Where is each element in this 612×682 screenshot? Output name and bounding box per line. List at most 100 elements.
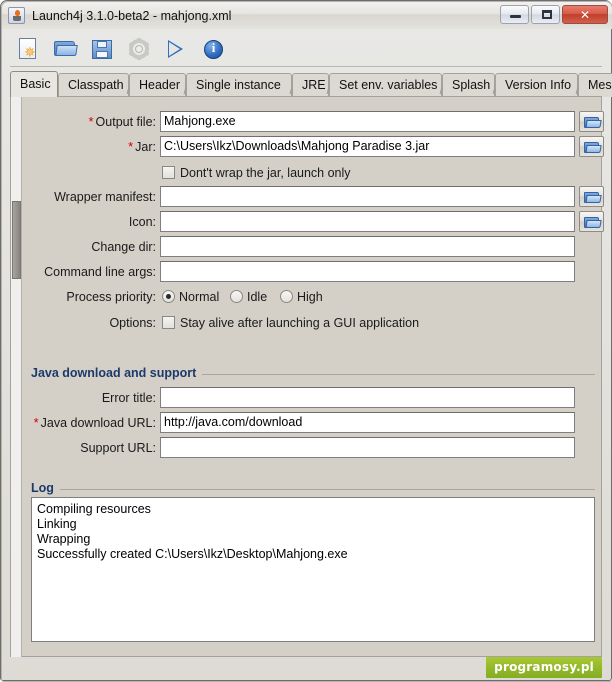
tab-label: Version Info: [505, 78, 572, 92]
tab-label: Basic: [20, 77, 51, 91]
log-line: Linking: [37, 517, 77, 531]
required-asterisk: *: [128, 139, 134, 154]
run-button[interactable]: [163, 36, 189, 62]
error-title-input[interactable]: [160, 387, 575, 408]
log-line: Compiling resources: [37, 502, 151, 516]
tab-label: Single instance: [196, 78, 281, 92]
tab-bar: Basic Classpath Header Single instance JRE Se…: [10, 71, 612, 97]
field-label-text: Output file:: [95, 115, 156, 129]
output-file-browse-button[interactable]: [579, 111, 604, 132]
java-section-title: Java download and support: [31, 366, 203, 380]
field-label-text: Command line args:: [44, 265, 156, 279]
support-url-input[interactable]: [160, 437, 575, 458]
tab-label: Splash: [452, 78, 491, 92]
log-section-divider: [31, 489, 595, 490]
tab-label: Messages: [588, 78, 612, 92]
icon-browse-button[interactable]: [579, 211, 604, 232]
log-line: Successfully created C:\Users\Ikz\Deskto…: [37, 547, 348, 561]
priority-radio-high[interactable]: [280, 290, 293, 303]
open-file-button[interactable]: [52, 36, 78, 62]
application-window: Launch4j 3.1.0-beta2 - mahjong.xml ✕ ✵ i…: [0, 0, 612, 682]
build-settings-button[interactable]: [126, 36, 152, 62]
jar-browse-button[interactable]: [579, 136, 604, 157]
priority-radio-normal[interactable]: [162, 290, 175, 303]
minimize-button[interactable]: [500, 5, 529, 24]
required-asterisk: *: [33, 415, 39, 430]
open-folder-icon: [585, 145, 602, 153]
dont-wrap-checkbox-label: Dont't wrap the jar, launch only: [180, 166, 351, 180]
field-label-text: Error title:: [101, 391, 156, 405]
tab-version-info[interactable]: Version Info: [495, 73, 578, 97]
field-label-text: Java download URL:: [40, 416, 156, 430]
field-label-text: Change dir:: [91, 240, 156, 254]
field-label-text: Support URL:: [80, 441, 156, 455]
title-bar: Launch4j 3.1.0-beta2 - mahjong.xml ✕: [2, 2, 612, 29]
wrapper-manifest-input[interactable]: [160, 186, 575, 207]
field-label-text: Jar:: [135, 140, 156, 154]
options-label: Options:: [109, 312, 156, 334]
jar-input[interactable]: C:\Users\Ikz\Downloads\Mahjong Paradise …: [160, 136, 575, 157]
tab-jre[interactable]: JRE: [292, 73, 329, 97]
tab-label: Header: [139, 78, 180, 92]
tab-splash[interactable]: Splash: [442, 73, 495, 97]
close-button[interactable]: ✕: [562, 5, 608, 24]
java-cup-icon: [8, 7, 25, 24]
log-output[interactable]: Compiling resources Linking Wrapping Succes…: [31, 497, 595, 642]
open-folder-icon: [585, 120, 602, 128]
maximize-button[interactable]: [531, 5, 560, 24]
tab-label: Set env. variables: [339, 78, 438, 92]
priority-radio-label-high: High: [297, 290, 323, 304]
tab-header[interactable]: Header: [129, 73, 186, 97]
open-folder-icon: [585, 195, 602, 203]
priority-radio-label-idle: Idle: [247, 290, 268, 304]
change-dir-label: Change dir:: [91, 236, 156, 258]
change-dir-input[interactable]: [160, 236, 575, 257]
vertical-scrollbar[interactable]: [11, 97, 22, 657]
jar-label: * Jar:: [128, 136, 156, 158]
java-download-url-label: * Java download URL:: [34, 412, 156, 434]
scrollbar-thumb[interactable]: [12, 201, 21, 279]
about-button[interactable]: i: [200, 36, 226, 62]
tab-set-env-variables[interactable]: Set env. variables: [329, 73, 442, 97]
support-url-label: Support URL:: [80, 437, 156, 459]
log-line: Wrapping: [37, 532, 91, 546]
tab-basic[interactable]: Basic: [10, 71, 58, 97]
output-file-label: * Output file:: [88, 111, 156, 133]
icon-input[interactable]: [160, 211, 575, 232]
open-folder-icon: [585, 220, 602, 228]
tab-classpath[interactable]: Classpath: [58, 73, 129, 97]
field-label-text: Process priority:: [66, 290, 156, 304]
log-section-title: Log: [31, 481, 60, 495]
dont-wrap-checkbox[interactable]: [162, 166, 175, 179]
java-download-url-input[interactable]: http://java.com/download: [160, 412, 575, 433]
priority-radio-idle[interactable]: [230, 290, 243, 303]
basic-tab-panel: * Output file: Mahjong.exe * Jar: C:\Users\Ik…: [10, 97, 604, 657]
window-controls: ✕: [498, 5, 608, 24]
field-label-text: Options:: [109, 316, 156, 330]
error-title-label: Error title:: [102, 387, 156, 409]
open-folder-icon: [55, 44, 78, 56]
tab-label: JRE: [302, 78, 326, 92]
tab-single-instance[interactable]: Single instance: [186, 73, 292, 97]
command-line-args-input[interactable]: [160, 261, 575, 282]
toolbar: ✵ i: [10, 31, 602, 67]
tab-label: Classpath: [68, 78, 124, 92]
process-priority-label: Process priority:: [66, 286, 156, 308]
field-label-text: Icon:: [128, 215, 156, 229]
save-file-button[interactable]: [89, 36, 115, 62]
form-area: * Output file: Mahjong.exe * Jar: C:\Users\Ik…: [22, 97, 604, 657]
output-file-input[interactable]: Mahjong.exe: [160, 111, 575, 132]
icon-label: Icon:: [129, 211, 156, 233]
command-line-args-label: Command line args:: [44, 261, 156, 283]
wrapper-manifest-label: Wrapper manifest:: [54, 186, 156, 208]
close-icon: ✕: [579, 7, 591, 22]
window-title: Launch4j 3.1.0-beta2 - mahjong.xml: [32, 8, 232, 23]
stay-alive-checkbox[interactable]: [162, 316, 175, 329]
watermark: programosy.pl: [486, 657, 602, 678]
required-asterisk: *: [88, 114, 94, 129]
priority-radio-label-normal: Normal: [179, 290, 220, 304]
new-file-button[interactable]: ✵: [15, 36, 41, 62]
field-label-text: Wrapper manifest:: [54, 190, 156, 204]
tab-messages[interactable]: Messages: [578, 73, 612, 97]
wrapper-manifest-browse-button[interactable]: [579, 186, 604, 207]
